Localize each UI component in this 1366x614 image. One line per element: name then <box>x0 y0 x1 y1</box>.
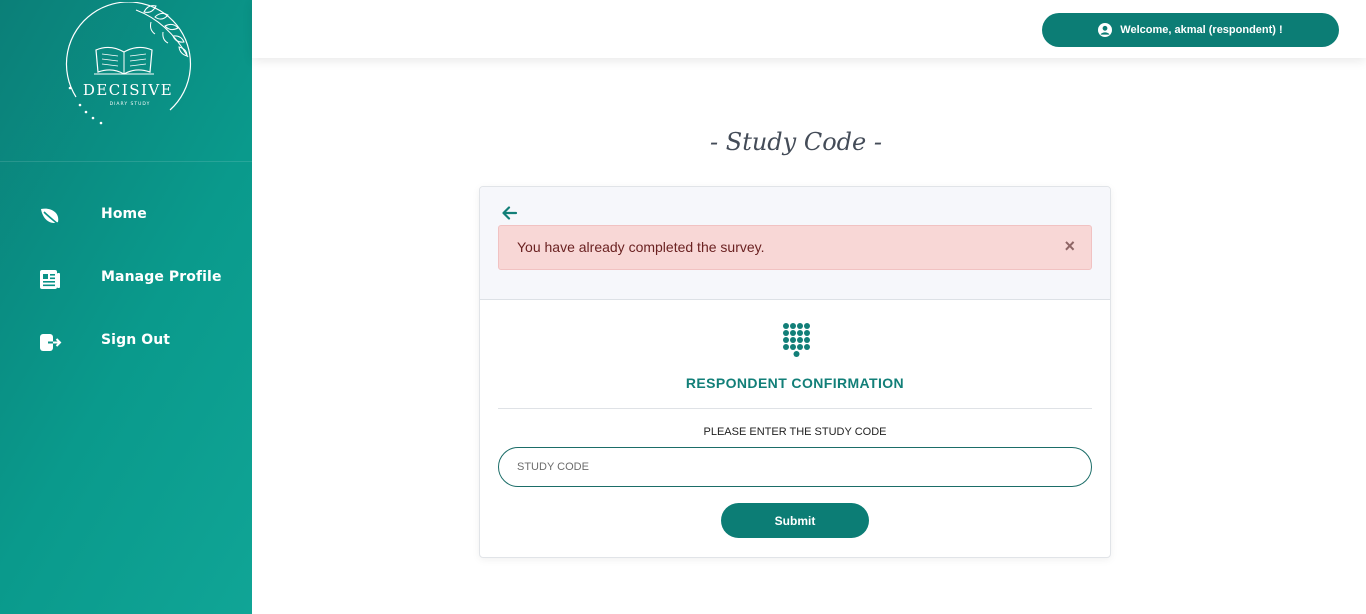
page-title: - Study Code - <box>710 128 882 156</box>
sidebar-item-label: Sign Out <box>101 332 171 348</box>
sidebar-item-label: Manage Profile <box>101 269 222 285</box>
study-code-prompt: PLEASE ENTER THE STUDY CODE <box>703 426 887 438</box>
brand-tagline: DIARY STUDY <box>110 101 151 107</box>
sidebar-item-sign-out[interactable]: Sign Out <box>0 322 252 362</box>
dialpad-icon <box>783 323 810 357</box>
welcome-user-button[interactable]: Welcome, akmal (respondent) ! <box>1042 13 1339 47</box>
brand-logo: DECISIVE DIARY STUDY <box>65 2 192 125</box>
card-header: You have already completed the survey. × <box>480 187 1110 300</box>
arrow-left-icon[interactable] <box>500 203 522 223</box>
top-bar: Welcome, akmal (respondent) ! <box>252 0 1366 58</box>
logo-area: DECISIVE DIARY STUDY <box>0 0 252 162</box>
divider <box>498 408 1092 409</box>
sidebar-item-home[interactable]: Home <box>0 196 252 236</box>
sidebar: DECISIVE DIARY STUDY Home Manage Profile… <box>0 0 252 614</box>
leaf-icon <box>38 204 62 228</box>
profile-document-icon <box>38 267 62 291</box>
submit-button[interactable]: Submit <box>721 503 869 538</box>
sign-out-icon <box>38 330 62 354</box>
close-icon[interactable]: × <box>1064 237 1075 255</box>
section-title: RESPONDENT CONFIRMATION <box>685 375 905 391</box>
sidebar-item-label: Home <box>101 206 147 222</box>
welcome-text: Welcome, akmal (respondent) ! <box>1120 24 1283 36</box>
study-code-card: You have already completed the survey. ×… <box>479 186 1111 558</box>
sidebar-item-manage-profile[interactable]: Manage Profile <box>0 259 252 299</box>
study-code-input[interactable] <box>498 447 1092 487</box>
alert-message: You have already completed the survey. × <box>498 225 1092 270</box>
user-circle-icon <box>1098 23 1113 37</box>
brand-name: DECISIVE <box>83 81 173 99</box>
alert-text: You have already completed the survey. <box>517 239 765 255</box>
